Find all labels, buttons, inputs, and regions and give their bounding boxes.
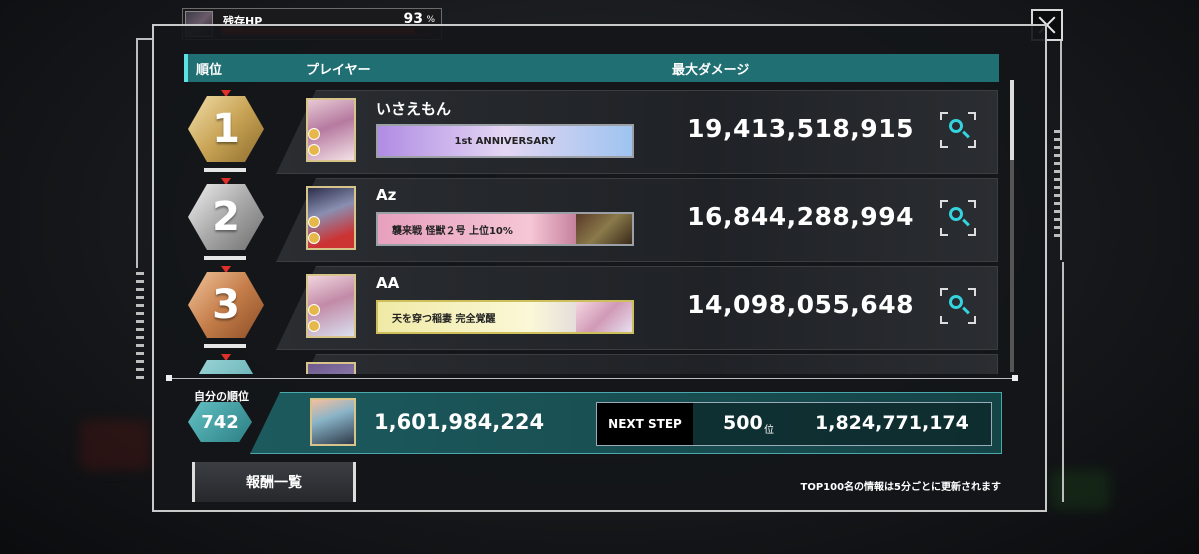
frame-line: [136, 38, 138, 268]
row-card: [276, 354, 998, 374]
player-title-plate: 襲来戦 怪獣２号 上位10%: [376, 212, 634, 246]
max-damage: 14,098,055,648: [687, 290, 914, 319]
player-title: 襲来戦 怪獣２号 上位10%: [392, 225, 513, 237]
next-step-damage: 1,824,771,174: [815, 412, 969, 434]
table-header: 順位 プレイヤー 最大ダメージ: [184, 54, 999, 82]
element-icon: [308, 144, 320, 156]
frame-line: [1062, 262, 1064, 502]
frame-line: [136, 38, 152, 40]
ranking-panel: 順位 プレイヤー 最大ダメージ 1 いさえもん 1st ANNIVERSARY …: [152, 24, 1047, 512]
rank-badge: 2: [188, 184, 264, 250]
player-avatar: [306, 362, 356, 374]
rank-badge: 3: [188, 272, 264, 338]
next-step-box: NEXT STEP 500 位 1,824,771,174: [596, 402, 992, 446]
update-note: TOP100名の情報は5分ごとに更新されます: [800, 482, 1001, 493]
ranking-row[interactable]: [184, 354, 1004, 374]
ranking-row[interactable]: 3 AA 天を穿つ稲妻 完全覚醒 14,098,055,648: [184, 266, 1004, 352]
ranking-list[interactable]: 1 いさえもん 1st ANNIVERSARY 19,413,518,915 2: [184, 88, 1004, 374]
rank-badge: 1: [188, 96, 264, 162]
header-rank: 順位: [196, 63, 223, 78]
rank-underline: [204, 256, 246, 260]
title-art: [576, 214, 632, 244]
attribute-icon: [308, 216, 320, 228]
element-icon: [308, 232, 320, 244]
section-divider: [168, 378, 1018, 379]
next-step-rank: 500: [723, 412, 763, 434]
frame-dashes: [1054, 130, 1062, 242]
my-avatar: [310, 398, 356, 446]
rank-underline: [204, 344, 246, 348]
background-shape: [80, 420, 150, 470]
player-name: AA: [376, 274, 400, 292]
rank-marker-icon: [221, 178, 231, 185]
next-step-rank-unit: 位: [764, 425, 774, 436]
next-step-label: NEXT STEP: [597, 403, 693, 445]
my-rank-label: 自分の順位: [194, 390, 249, 403]
header-damage: 最大ダメージ: [672, 63, 750, 78]
player-name: いさえもん: [376, 100, 452, 118]
title-art: [576, 302, 632, 332]
detail-button[interactable]: [940, 288, 976, 324]
ranking-row[interactable]: 2 Az 襲来戦 怪獣２号 上位10% 16,844,288,994: [184, 178, 1004, 264]
rank-underline: [204, 168, 246, 172]
rank-marker-icon: [221, 354, 231, 361]
rank-badge: [188, 360, 264, 374]
my-damage: 1,601,984,224: [374, 410, 545, 434]
max-damage: 16,844,288,994: [687, 202, 914, 231]
detail-button[interactable]: [940, 112, 976, 148]
rank-marker-icon: [221, 266, 231, 273]
attribute-icon: [308, 304, 320, 316]
background-shape: [1050, 470, 1110, 510]
player-title: 天を穿つ稲妻 完全覚醒: [392, 313, 496, 325]
player-avatar: [306, 98, 356, 162]
my-rank-badge: 742: [188, 402, 252, 442]
list-scrollbar[interactable]: [1010, 80, 1014, 372]
detail-button[interactable]: [940, 200, 976, 236]
max-damage: 19,413,518,915: [687, 114, 914, 143]
attribute-icon: [308, 128, 320, 140]
player-title-plate: 1st ANNIVERSARY: [376, 124, 634, 158]
magnifier-icon: [949, 119, 963, 133]
player-title-plate: 天を穿つ稲妻 完全覚醒: [376, 300, 634, 334]
divider-dot: [166, 375, 172, 381]
frame-dashes: [136, 272, 144, 384]
header-player: プレイヤー: [306, 63, 371, 78]
element-icon: [308, 320, 320, 332]
rank-marker-icon: [221, 90, 231, 97]
player-avatar: [306, 186, 356, 250]
ranking-row[interactable]: 1 いさえもん 1st ANNIVERSARY 19,413,518,915: [184, 90, 1004, 176]
scrollbar-thumb[interactable]: [1010, 80, 1014, 160]
player-name: Az: [376, 186, 397, 204]
magnifier-icon: [949, 295, 963, 309]
reward-list-button[interactable]: 報酬一覧: [192, 462, 356, 502]
magnifier-icon: [949, 207, 963, 221]
player-avatar: [306, 274, 356, 338]
divider-dot: [1012, 375, 1018, 381]
player-title: 1st ANNIVERSARY: [454, 135, 556, 147]
